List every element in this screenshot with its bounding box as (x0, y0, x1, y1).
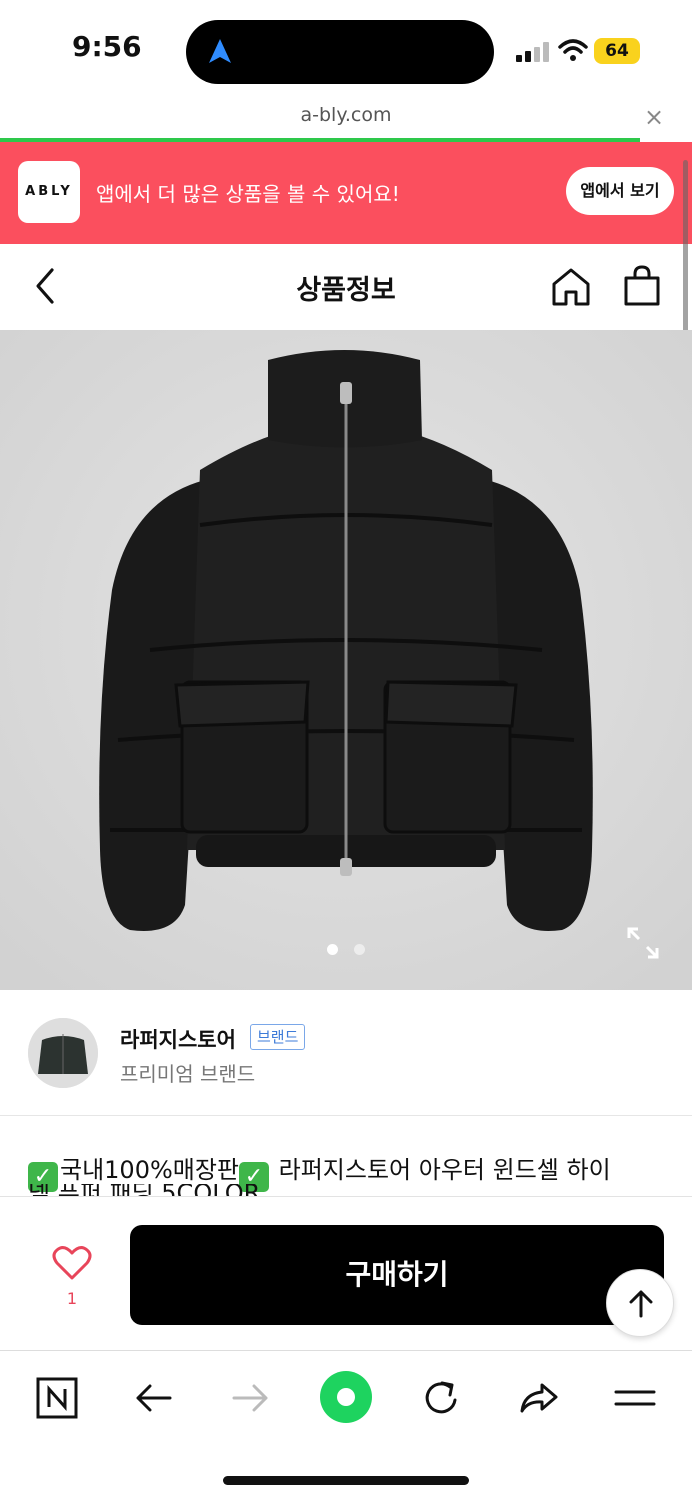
forward-arrow-icon[interactable] (230, 1377, 270, 1419)
carousel-dot[interactable] (354, 944, 365, 955)
brand-badge: 브랜드 (250, 1024, 306, 1050)
seller-avatar[interactable] (28, 1018, 98, 1088)
app-install-banner: ABLY 앱에서 더 많은 상품을 볼 수 있어요! 앱에서 보기 (0, 142, 692, 244)
scroll-to-top-button[interactable] (606, 1269, 674, 1337)
ably-logo: ABLY (18, 161, 80, 223)
carousel-dot-active[interactable] (327, 944, 338, 955)
location-arrow-icon (209, 39, 231, 63)
product-title-part2: 라퍼지스토어 아우터 윈드셀 하이 (271, 1156, 611, 1184)
home-indicator[interactable] (223, 1476, 469, 1485)
status-time: 9:56 (72, 30, 142, 63)
home-icon[interactable] (550, 266, 592, 308)
seller-subtitle: 프리미엄 브랜드 (120, 1062, 256, 1086)
shopping-bag-icon[interactable] (622, 264, 662, 308)
seller-name[interactable]: 라퍼지스토어 (120, 1024, 236, 1054)
browser-toolbar (0, 1350, 692, 1500)
menu-icon[interactable] (614, 1377, 656, 1419)
green-dot-icon[interactable] (320, 1371, 372, 1423)
battery-indicator: 64 (594, 38, 640, 64)
back-arrow-icon[interactable] (134, 1377, 174, 1419)
arrow-up-icon (629, 1290, 653, 1318)
share-icon[interactable] (518, 1377, 560, 1419)
like-count: 1 (66, 1289, 78, 1308)
heart-icon[interactable] (52, 1245, 92, 1281)
product-image[interactable] (0, 330, 692, 990)
divider (0, 1115, 692, 1116)
battery-level: 64 (605, 41, 629, 61)
wifi-icon (558, 39, 588, 61)
open-in-app-button[interactable]: 앱에서 보기 (566, 167, 674, 215)
fullscreen-icon[interactable] (626, 926, 660, 960)
signal-icon (516, 42, 549, 62)
close-icon[interactable]: × (644, 104, 664, 130)
puffer-jacket-image (0, 330, 692, 990)
naver-home-icon[interactable] (36, 1377, 78, 1419)
purchase-bar: 1 구매하기 (0, 1196, 692, 1350)
product-title-line2-text: 넥 푸퍼 패딩 5COLOR (28, 1184, 260, 1196)
buy-button[interactable]: 구매하기 (130, 1225, 664, 1325)
product-title-line2: 넥 푸퍼 패딩 5COLOR (28, 1184, 678, 1196)
url-display[interactable]: a-bly.com (0, 104, 692, 126)
dynamic-island (186, 20, 494, 84)
refresh-icon[interactable] (422, 1377, 462, 1419)
banner-message: 앱에서 더 많은 상품을 볼 수 있어요! (96, 182, 400, 206)
seller-avatar-image (28, 1018, 98, 1088)
product-title-part1: 국내100%매장판 (60, 1156, 240, 1184)
